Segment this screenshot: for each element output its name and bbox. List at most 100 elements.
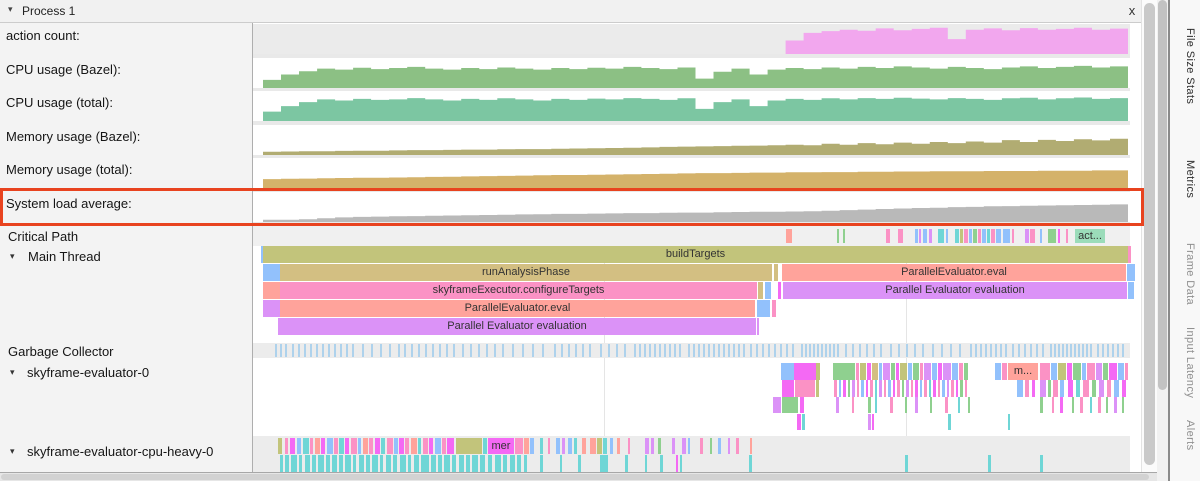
evaluator0-slice[interactable] — [1122, 397, 1124, 413]
gc-tick[interactable] — [432, 344, 434, 357]
cpu-heavy-slice[interactable] — [278, 438, 282, 454]
evaluator0-slice[interactable] — [1114, 380, 1119, 397]
main-thread-slice[interactable] — [758, 282, 763, 299]
cpu-heavy-slice[interactable] — [366, 455, 370, 472]
cpu-heavy-slice[interactable] — [321, 438, 325, 454]
evaluator0-slice[interactable] — [852, 397, 854, 413]
cpu-heavy-slice[interactable] — [625, 455, 628, 472]
cpu-heavy-slice[interactable] — [1040, 455, 1043, 472]
evaluator0-slice[interactable] — [929, 380, 931, 397]
gc-tick[interactable] — [404, 344, 406, 357]
cpu-heavy-slice[interactable] — [447, 438, 454, 454]
gc-tick[interactable] — [873, 344, 875, 357]
gc-tick[interactable] — [738, 344, 740, 357]
gc-tick[interactable] — [1024, 344, 1026, 357]
gc-tick[interactable] — [906, 344, 908, 357]
gc-tick[interactable] — [644, 344, 646, 357]
cpu-heavy-slice[interactable] — [645, 438, 649, 454]
evaluator0-slice[interactable] — [1107, 380, 1111, 397]
critical-path-slice[interactable] — [1048, 229, 1056, 243]
main-thread-slice[interactable] — [757, 300, 770, 317]
gc-tick[interactable] — [634, 344, 636, 357]
cpu-heavy-slice[interactable] — [363, 438, 368, 454]
main-thread-slice[interactable] — [263, 300, 280, 317]
evaluator0-slice[interactable] — [797, 414, 801, 430]
gc-tick[interactable] — [334, 344, 336, 357]
evaluator0-slice[interactable] — [1040, 397, 1043, 413]
evaluator0-slice[interactable] — [1002, 363, 1007, 380]
gc-tick[interactable] — [439, 344, 441, 357]
gc-tick[interactable] — [718, 344, 720, 357]
cpu-heavy-slice[interactable] — [326, 455, 330, 472]
gc-tick[interactable] — [833, 344, 835, 357]
gc-tick[interactable] — [813, 344, 815, 357]
evaluator0-slice[interactable] — [839, 380, 841, 397]
evaluator0-slice[interactable] — [890, 397, 893, 413]
critical-path-slice[interactable] — [938, 229, 944, 243]
critical-path-labeled-slice[interactable]: act... — [1075, 229, 1105, 243]
gc-tick[interactable] — [292, 344, 294, 357]
gc-tick[interactable] — [453, 344, 455, 357]
gc-tick[interactable] — [1078, 344, 1080, 357]
evaluator0-slice[interactable] — [856, 363, 859, 380]
evaluator0-slice[interactable] — [816, 363, 820, 380]
gc-tick[interactable] — [1018, 344, 1020, 357]
evaluator0-slice[interactable] — [800, 397, 804, 413]
cpu-heavy-slice[interactable] — [400, 455, 406, 472]
cpu-heavy-slice[interactable] — [736, 438, 739, 454]
cpu-heavy-slice[interactable] — [560, 455, 562, 472]
tab-metrics[interactable]: Metrics — [1176, 160, 1196, 198]
critical-path-slice[interactable] — [843, 229, 845, 243]
evaluator0-slice[interactable] — [872, 414, 874, 430]
critical-path-slice[interactable] — [886, 229, 890, 243]
cpu-heavy-slice[interactable] — [568, 438, 572, 454]
gc-tick[interactable] — [995, 344, 997, 357]
process-header[interactable]: ▾ Process 1 — [0, 0, 1141, 23]
cpu-heavy-slice[interactable] — [452, 455, 456, 472]
gc-tick[interactable] — [1050, 344, 1052, 357]
collapse-evaluator0-icon[interactable]: ▾ — [10, 367, 15, 378]
gc-tick[interactable] — [425, 344, 427, 357]
main-thread-labeled-slice[interactable]: skyframeExecutor.configureTargets — [280, 282, 757, 299]
tab-file-size-stats[interactable]: File Size Stats — [1176, 28, 1196, 104]
evaluator0-slice[interactable] — [1122, 380, 1126, 397]
gc-tick[interactable] — [1086, 344, 1088, 357]
cpu-heavy-slice[interactable] — [345, 455, 351, 472]
gc-tick[interactable] — [922, 344, 924, 357]
cpu-heavy-slice[interactable] — [327, 438, 333, 454]
evaluator0-slice[interactable] — [1106, 397, 1108, 413]
gc-tick[interactable] — [809, 344, 811, 357]
critical-path-slice[interactable] — [960, 229, 963, 243]
cpu-heavy-slice[interactable] — [414, 455, 419, 472]
gc-tick[interactable] — [713, 344, 715, 357]
gc-tick[interactable] — [532, 344, 534, 357]
gc-tick[interactable] — [639, 344, 641, 357]
gc-tick[interactable] — [285, 344, 287, 357]
gc-tick[interactable] — [470, 344, 472, 357]
cpu-heavy-slice[interactable] — [590, 438, 596, 454]
critical-path-slice[interactable] — [978, 229, 981, 243]
gc-tick[interactable] — [985, 344, 987, 357]
main-thread-slice[interactable] — [263, 282, 280, 299]
cpu-heavy-slice[interactable] — [291, 455, 297, 472]
evaluator0-slice[interactable] — [782, 397, 798, 413]
cpu-heavy-slice[interactable] — [380, 455, 383, 472]
gc-tick[interactable] — [688, 344, 690, 357]
evaluator0-slice[interactable] — [1087, 363, 1095, 380]
evaluator0-slice[interactable] — [816, 380, 819, 397]
main-thread-slice[interactable] — [765, 282, 771, 299]
cpu-heavy-slice[interactable] — [660, 455, 663, 472]
evaluator0-slice[interactable] — [872, 363, 878, 380]
cpu-heavy-slice[interactable] — [358, 438, 361, 454]
gc-tick[interactable] — [380, 344, 382, 357]
gc-tick[interactable] — [659, 344, 661, 357]
critical-path-slice[interactable] — [1066, 229, 1068, 243]
evaluator0-slice[interactable] — [1125, 363, 1128, 380]
gc-tick[interactable] — [589, 344, 591, 357]
evaluator0-slice[interactable] — [875, 380, 877, 397]
evaluator0-slice[interactable] — [1067, 363, 1072, 380]
cpu-heavy-slice[interactable] — [603, 438, 607, 454]
critical-path-slice[interactable] — [1030, 229, 1035, 243]
cpu-heavy-slice[interactable] — [375, 438, 380, 454]
evaluator0-slice[interactable] — [951, 380, 954, 397]
